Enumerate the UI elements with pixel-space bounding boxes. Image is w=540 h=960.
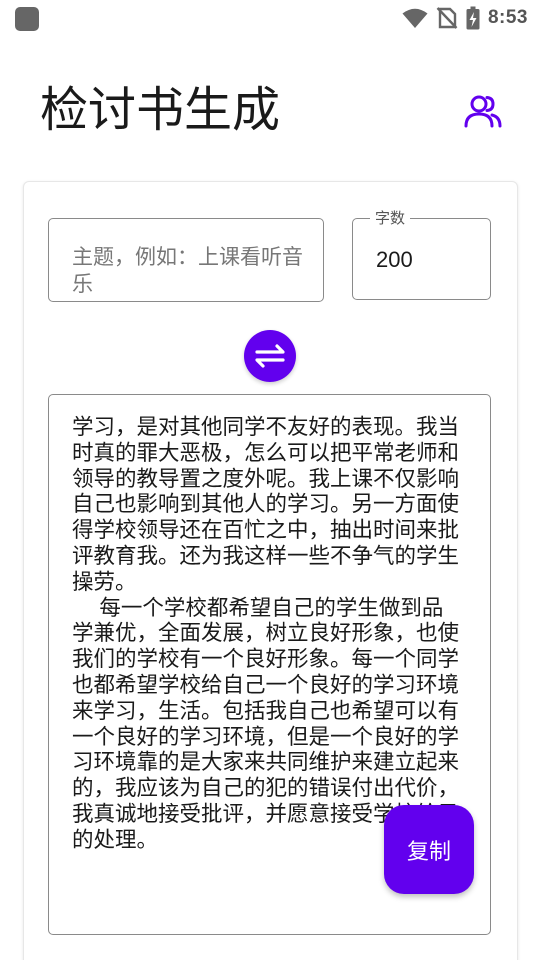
app-icon bbox=[15, 7, 39, 31]
topic-input[interactable]: 主题，例如：上课看听音乐 bbox=[48, 218, 324, 302]
battery-charging-icon bbox=[466, 6, 480, 30]
page-title: 检讨书生成 bbox=[40, 82, 281, 138]
word-count-label: 字数 bbox=[370, 208, 411, 228]
status-time: 8:53 bbox=[487, 7, 528, 28]
swap-arrows-icon bbox=[255, 344, 285, 368]
generate-button[interactable] bbox=[244, 330, 296, 382]
no-sim-icon bbox=[436, 7, 458, 29]
users-icon bbox=[464, 95, 502, 128]
word-count-value: 200 bbox=[376, 247, 413, 272]
users-button[interactable] bbox=[462, 90, 504, 132]
copy-button[interactable]: 复制 bbox=[384, 805, 474, 894]
status-icons: 8:53 bbox=[402, 4, 528, 32]
app-screen: 8:53 检讨书生成 主题，例如：上课看听音乐 200 字数 学习，是对其他同学… bbox=[0, 0, 540, 960]
word-count-input[interactable]: 200 bbox=[352, 218, 491, 300]
status-bar: 8:53 bbox=[0, 0, 540, 36]
wifi-icon bbox=[402, 8, 428, 28]
topic-placeholder: 主题，例如：上课看听音乐 bbox=[72, 245, 303, 296]
